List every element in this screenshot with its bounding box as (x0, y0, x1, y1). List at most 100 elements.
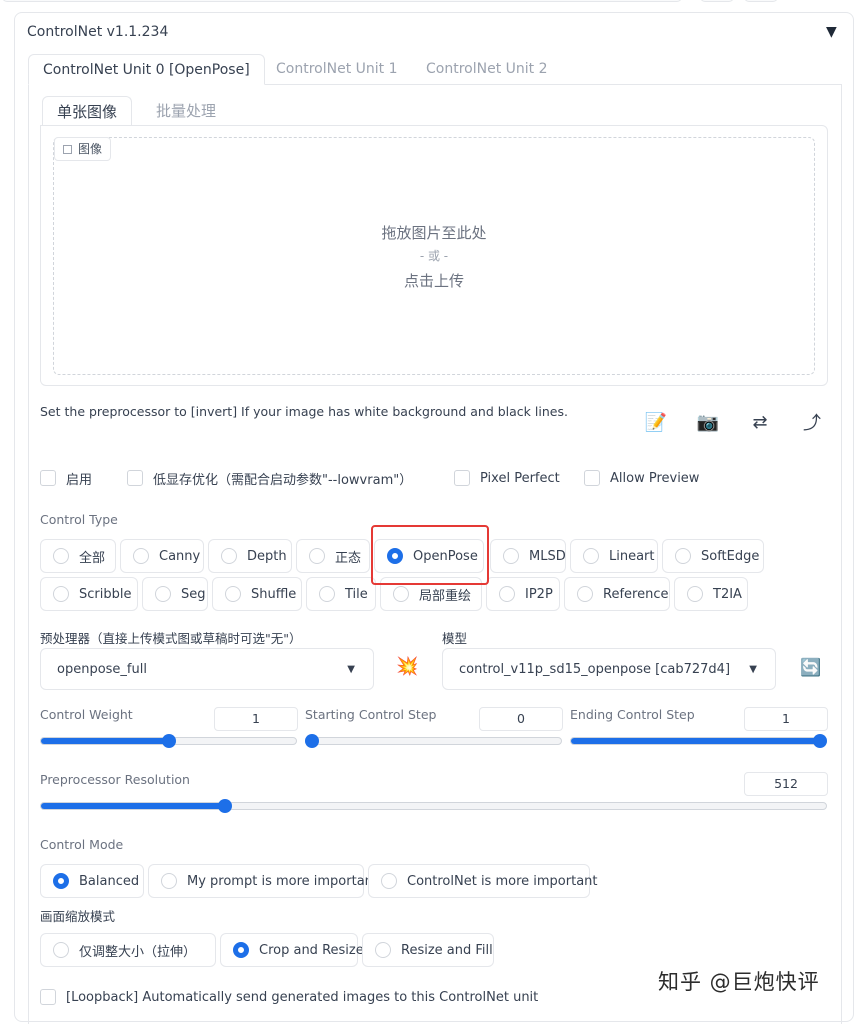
starting-step-thumb[interactable] (305, 734, 319, 748)
option-label: ControlNet is more important (407, 873, 598, 889)
control-type-option[interactable]: Shuffle (212, 577, 302, 611)
panel-title[interactable]: ControlNet v1.1.234 (27, 24, 168, 40)
option-label: Tile (345, 586, 368, 602)
control-type-option[interactable]: Lineart (570, 539, 658, 573)
preprocessor-dropdown[interactable]: openpose_full ▼ (40, 648, 374, 690)
preprocessor-resolution-track[interactable] (40, 802, 827, 810)
tab-single-image[interactable]: 单张图像 (42, 96, 133, 126)
option-label: Resize and Fill (401, 942, 493, 958)
control-type-option[interactable]: Seg (142, 577, 208, 611)
collapse-triangle-icon[interactable]: ▼ (826, 24, 837, 40)
radio-circle[interactable] (161, 873, 177, 889)
lowvram-checkbox[interactable]: 低显存优化（需配合启动参数"--lowvram"） (127, 468, 412, 488)
control-type-option[interactable]: MLSD (490, 539, 566, 573)
control-type-option[interactable]: SoftEdge (662, 539, 764, 573)
resize-mode-stretch[interactable]: 仅调整大小（拉伸） (40, 933, 216, 967)
radio-circle-selected[interactable] (233, 942, 249, 958)
preprocessor-resolution-fill (41, 803, 222, 809)
control-type-option[interactable]: Depth (208, 539, 292, 573)
swap-arrows-icon[interactable]: ⇄ (742, 404, 778, 440)
allow-preview-checkbox[interactable]: Allow Preview (584, 468, 699, 488)
control-type-option[interactable]: IP2P (486, 577, 560, 611)
radio-circle[interactable] (155, 586, 171, 602)
radio-circle[interactable] (503, 548, 519, 564)
radio-circle[interactable] (133, 548, 149, 564)
preprocessor-resolution-input[interactable]: 512 (744, 772, 828, 796)
tab-controlnet-unit-0[interactable]: ControlNet Unit 0 [OpenPose] (28, 54, 265, 85)
radio-circle[interactable] (381, 873, 397, 889)
starting-step-track[interactable] (305, 737, 562, 745)
control-type-option[interactable]: Reference (564, 577, 670, 611)
enable-checkbox[interactable]: 启用 (40, 468, 92, 488)
radio-circle[interactable] (499, 586, 515, 602)
option-label: Scribble (79, 586, 132, 602)
resize-mode-crop[interactable]: Crop and Resize (220, 933, 364, 967)
send-arrow-icon[interactable]: ⤴ (794, 404, 830, 440)
control-type-option[interactable]: Tile (306, 577, 376, 611)
top-cut-button-1[interactable] (700, 0, 734, 2)
checkbox-box[interactable] (584, 470, 600, 486)
option-label: Balanced (79, 873, 140, 889)
radio-circle-selected[interactable] (53, 873, 69, 889)
tab-controlnet-unit-2[interactable]: ControlNet Unit 2 (412, 54, 562, 85)
radio-circle[interactable] (309, 548, 325, 564)
control-weight-thumb[interactable] (161, 734, 176, 748)
pixel-perfect-checkbox[interactable]: Pixel Perfect (454, 468, 560, 488)
radio-circle[interactable] (53, 548, 69, 564)
checkbox-box[interactable] (40, 470, 56, 486)
resize-mode-fill[interactable]: Resize and Fill (362, 933, 494, 967)
zhihu-watermark: 知乎 @巨炮快评 (658, 970, 820, 994)
radio-circle[interactable] (375, 942, 391, 958)
control-type-option[interactable]: 全部 (40, 539, 116, 573)
ending-step-thumb[interactable] (813, 734, 827, 748)
control-weight-label: Control Weight (40, 707, 133, 722)
radio-circle[interactable] (393, 586, 409, 602)
checkbox-label: [Loopback] Automatically send generated … (66, 989, 539, 1005)
top-cut-panel (2, 0, 682, 2)
radio-circle[interactable] (319, 586, 335, 602)
radio-circle[interactable] (687, 586, 703, 602)
camera-icon[interactable]: 📷 (690, 404, 726, 440)
run-preprocessor-icon[interactable]: 💥 (396, 656, 418, 677)
control-mode-label: Control Mode (40, 837, 124, 852)
radio-circle[interactable] (221, 548, 237, 564)
notepad-icon[interactable]: 📝 (638, 404, 674, 440)
control-type-option[interactable]: Canny (120, 539, 204, 573)
control-type-option[interactable]: T2IA (674, 577, 748, 611)
radio-circle[interactable] (53, 942, 69, 958)
preprocessor-resolution-thumb[interactable] (217, 799, 232, 813)
checkbox-label: 低显存优化（需配合启动参数"--lowvram"） (153, 472, 413, 488)
radio-circle[interactable] (675, 548, 691, 564)
option-label: SoftEdge (701, 548, 760, 564)
control-mode-prompt[interactable]: My prompt is more important (148, 864, 378, 898)
option-label: MLSD (529, 548, 566, 564)
drop-text-2: 点击上传 (403, 272, 464, 290)
checkbox-box[interactable] (454, 470, 470, 486)
tab-controlnet-unit-1[interactable]: ControlNet Unit 1 (262, 54, 412, 85)
starting-step-label: Starting Control Step (305, 707, 437, 722)
checkbox-box[interactable] (127, 470, 143, 486)
loopback-checkbox[interactable]: [Loopback] Automatically send generated … (40, 987, 538, 1007)
control-type-option[interactable]: 正态 (296, 539, 370, 573)
option-label: Canny (159, 548, 201, 564)
ending-step-input[interactable]: 1 (744, 707, 828, 731)
control-mode-controlnet[interactable]: ControlNet is more important (368, 864, 598, 898)
control-mode-balanced[interactable]: Balanced (40, 864, 144, 898)
starting-step-input[interactable]: 0 (479, 707, 563, 731)
radio-circle[interactable] (225, 586, 241, 602)
option-label: Crop and Resize (259, 942, 364, 958)
radio-circle[interactable] (583, 548, 599, 564)
radio-circle[interactable] (53, 586, 69, 602)
checkbox-label: Pixel Perfect (480, 470, 560, 486)
control-weight-input[interactable]: 1 (214, 707, 298, 731)
ending-step-track[interactable] (570, 737, 827, 745)
checkbox-box[interactable] (40, 989, 56, 1005)
tab-batch[interactable]: 批量处理 (142, 96, 230, 126)
control-type-label: Control Type (40, 512, 118, 527)
refresh-icon[interactable]: 🔄 (800, 658, 821, 678)
top-cut-button-2[interactable] (744, 0, 778, 2)
model-dropdown[interactable]: control_v11p_sd15_openpose [cab727d4] ▼ (442, 648, 776, 690)
control-type-option[interactable]: Scribble (40, 577, 138, 611)
radio-circle[interactable] (577, 586, 593, 602)
drop-text-or: - 或 - (419, 249, 449, 263)
